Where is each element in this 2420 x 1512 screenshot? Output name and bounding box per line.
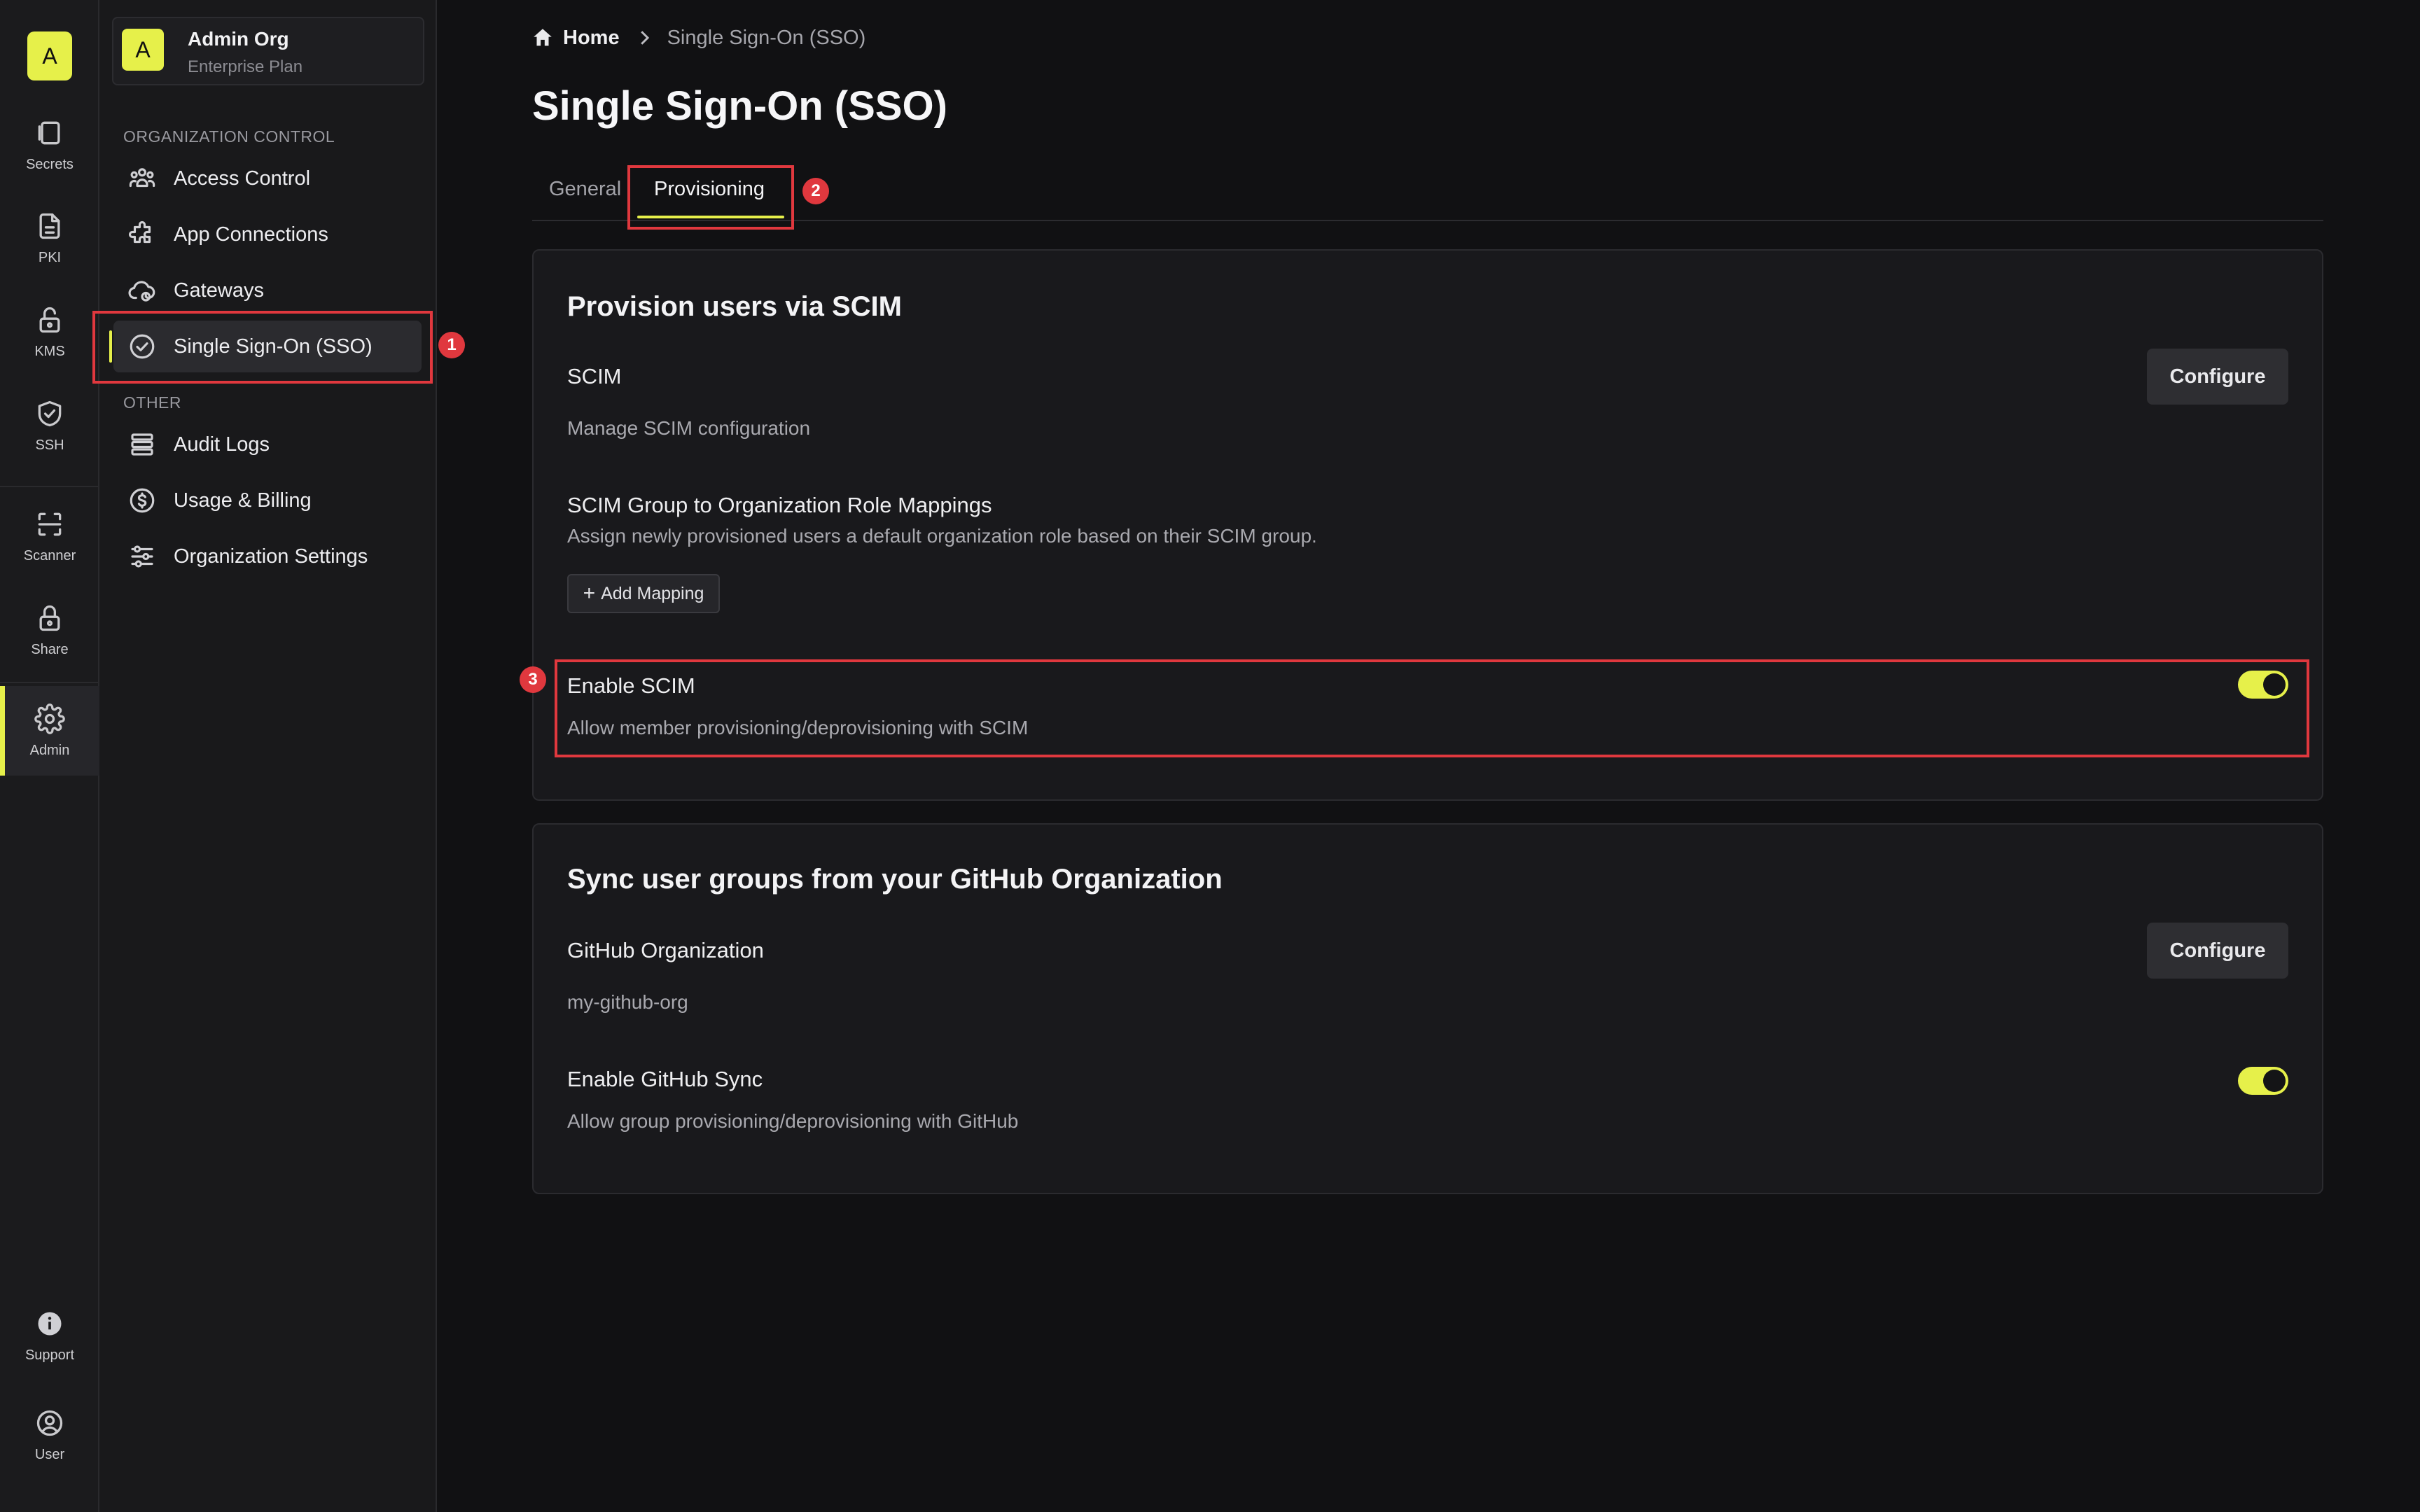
enable-github-sync-toggle[interactable]: [2238, 1067, 2288, 1095]
list-icon: [118, 430, 167, 459]
rail-item-label: KMS: [34, 343, 65, 359]
section-label-organization-control: ORGANIZATION CONTROL: [123, 127, 335, 146]
rail-item-support[interactable]: Support: [0, 1291, 99, 1380]
toggle-knob: [2263, 673, 2286, 696]
sidebar-item-label: Gateways: [174, 279, 264, 302]
rail-item-label: Support: [25, 1347, 75, 1363]
sidebar-item-label: Access Control: [174, 167, 311, 190]
lock-icon: [34, 603, 65, 634]
cloud-icon: [118, 276, 167, 305]
enable-scim-description: Allow member provisioning/deprovisioning…: [567, 717, 1029, 738]
enable-scim-toggle[interactable]: [2238, 671, 2288, 699]
org-sidebar: A Admin Org Enterprise Plan ORGANIZATION…: [99, 0, 437, 1512]
scim-label: SCIM: [567, 364, 622, 388]
lock-open-icon: [34, 304, 65, 335]
rail-item-share[interactable]: Share: [0, 585, 99, 675]
toggle-knob: [2263, 1070, 2286, 1092]
check-circle-icon: [118, 332, 167, 361]
home-icon[interactable]: [531, 26, 555, 50]
rail-item-kms[interactable]: KMS: [0, 287, 99, 377]
annotation-badge-2: 2: [802, 178, 829, 204]
annotation-badge-3: 3: [520, 666, 546, 693]
sidebar-item-app-connections[interactable]: App Connections: [113, 209, 422, 260]
sidebar-item-label: App Connections: [174, 223, 328, 246]
secrets-icon: [34, 118, 65, 148]
rail-item-label: Share: [31, 641, 69, 657]
scan-icon: [34, 509, 65, 540]
github-sync-description: Allow group provisioning/deprovisioning …: [567, 1110, 1019, 1132]
document-icon: [34, 211, 65, 241]
org-logo[interactable]: A: [27, 31, 72, 80]
annotation-badge-1: 1: [438, 332, 465, 358]
sidebar-item-label: Usage & Billing: [174, 489, 312, 512]
page-title: Single Sign-On (SSO): [532, 83, 947, 129]
scim-provisioning-card: Provision users via SCIM SCIM Configure …: [532, 249, 2323, 801]
github-configure-button[interactable]: Configure: [2147, 923, 2288, 979]
github-card-title: Sync user groups from your GitHub Organi…: [567, 864, 1223, 895]
info-icon: [34, 1308, 65, 1339]
github-org-label: GitHub Organization: [567, 938, 764, 962]
org-name: Admin Org: [188, 28, 289, 50]
rail-item-pki[interactable]: PKI: [0, 193, 99, 283]
users-icon: [118, 164, 167, 193]
sidebar-item-audit-logs[interactable]: Audit Logs: [113, 419, 422, 470]
rail-item-label: Secrets: [26, 156, 74, 172]
breadcrumb-home[interactable]: Home: [563, 27, 620, 50]
breadcrumb-current: Single Sign-On (SSO): [667, 26, 866, 49]
sidebar-item-sso[interactable]: Single Sign-On (SSO): [109, 321, 422, 372]
sidebar-item-organization-settings[interactable]: Organization Settings: [113, 531, 422, 582]
shield-check-icon: [34, 398, 65, 429]
rail-divider: [0, 486, 99, 487]
rail-item-label: SSH: [35, 437, 64, 453]
org-avatar: A: [122, 29, 164, 71]
dollar-icon: [118, 486, 167, 515]
sidebar-item-access-control[interactable]: Access Control: [113, 153, 422, 204]
scim-configure-button[interactable]: Configure: [2147, 349, 2288, 405]
scim-mapping-title: SCIM Group to Organization Role Mappings: [567, 493, 992, 517]
rail-item-secrets[interactable]: Secrets: [0, 100, 99, 190]
scim-card-title: Provision users via SCIM: [567, 291, 902, 322]
sidebar-item-usage-billing[interactable]: Usage & Billing: [113, 475, 422, 526]
gear-icon: [34, 703, 65, 734]
tab-bar: General Provisioning: [532, 161, 2323, 221]
plus-icon: +: [583, 582, 596, 605]
add-mapping-label: Add Mapping: [601, 583, 704, 603]
rail-item-user[interactable]: User: [0, 1390, 99, 1480]
rail-item-label: PKI: [38, 249, 62, 265]
tab-provisioning[interactable]: Provisioning: [654, 178, 765, 201]
enable-github-sync-label: Enable GitHub Sync: [567, 1067, 763, 1091]
enable-scim-label: Enable SCIM: [567, 673, 695, 698]
rail-divider: [0, 682, 99, 683]
active-tab-indicator: [637, 216, 784, 218]
sidebar-item-label: Audit Logs: [174, 433, 270, 456]
rail-item-label: User: [34, 1446, 65, 1462]
rail-item-label: Scanner: [23, 547, 76, 564]
rail-item-label: Admin: [29, 742, 70, 758]
rail-item-scanner[interactable]: Scanner: [0, 491, 99, 581]
breadcrumb: Home Single Sign-On (SSO): [531, 22, 865, 53]
puzzle-icon: [118, 220, 167, 249]
github-org-value: my-github-org: [567, 991, 688, 1013]
icon-rail: A Secrets PKI KMS SSH Scanner Share Admi…: [0, 0, 99, 1512]
sidebar-item-label: Single Sign-On (SSO): [174, 335, 373, 358]
chevron-right-icon: [620, 27, 667, 48]
tab-general[interactable]: General: [549, 178, 621, 201]
scim-description: Manage SCIM configuration: [567, 417, 811, 439]
scim-mapping-description: Assign newly provisioned users a default…: [567, 525, 1317, 547]
org-switcher[interactable]: A Admin Org Enterprise Plan: [112, 17, 424, 85]
section-label-other: OTHER: [123, 393, 181, 412]
sliders-icon: [118, 542, 167, 571]
user-icon: [34, 1408, 65, 1438]
add-mapping-button[interactable]: + Add Mapping: [567, 574, 720, 613]
org-plan: Enterprise Plan: [188, 57, 303, 76]
rail-item-admin[interactable]: Admin: [0, 686, 99, 776]
rail-item-ssh[interactable]: SSH: [0, 381, 99, 470]
github-sync-card: Sync user groups from your GitHub Organi…: [532, 823, 2323, 1194]
sidebar-item-label: Organization Settings: [174, 545, 368, 568]
sidebar-item-gateways[interactable]: Gateways: [113, 265, 422, 316]
